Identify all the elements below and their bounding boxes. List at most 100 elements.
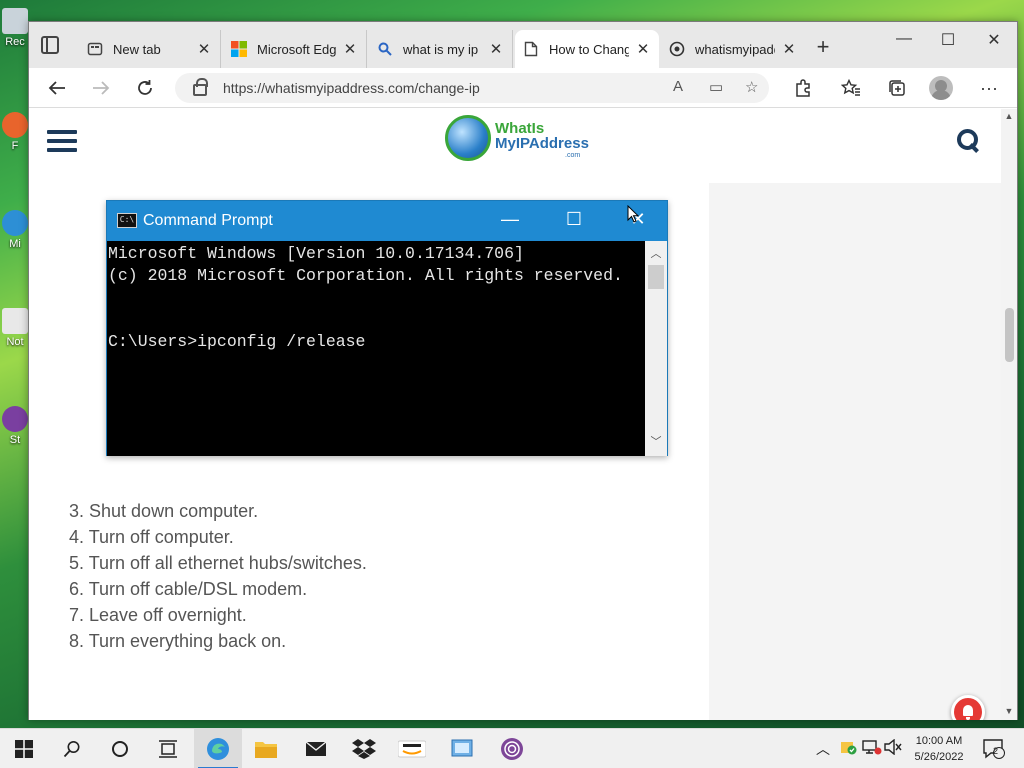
globe-logo-icon (445, 115, 491, 161)
chevron-up-icon[interactable]: ︿ (816, 739, 830, 759)
browser-toolbar: A ▭ ☆ ··· (29, 68, 1017, 108)
tab-how-to-change-ip[interactable]: How to Chang ✕ (515, 30, 659, 68)
desktop-icon-label: Not (6, 336, 24, 348)
tab-actions-icon[interactable] (41, 36, 59, 54)
mouse-pointer-icon (627, 204, 640, 228)
close-window-button[interactable]: ✕ (971, 30, 1017, 50)
microsoft-logo-icon (231, 41, 247, 57)
desktop-icon-edge[interactable]: Mi (0, 210, 30, 250)
close-icon[interactable]: ✕ (488, 40, 504, 58)
desktop-icon-label: St (9, 434, 21, 446)
store-icon (2, 406, 28, 432)
edge-icon[interactable] (204, 735, 232, 763)
list-item: 8. Turn everything back on. (69, 631, 287, 651)
amazon-icon[interactable] (398, 735, 426, 763)
maximize-button[interactable]: ☐ (925, 30, 971, 50)
scroll-thumb[interactable] (1005, 308, 1014, 362)
network-icon[interactable] (862, 739, 882, 758)
taskbar: ︿ 10:00 AM 5/26/2022 2 (0, 728, 1024, 768)
control-panel-icon[interactable] (448, 735, 476, 763)
page-scrollbar[interactable]: ▲ ▼ (1001, 109, 1017, 720)
file-explorer-icon[interactable] (252, 735, 280, 763)
tab-title: How to Chang (549, 41, 629, 57)
cmd-maximize-icon: ☐ (565, 209, 583, 229)
collections-icon[interactable] (885, 76, 909, 100)
site-logo[interactable]: WhatIs MyIPAddress .com (445, 115, 590, 163)
search-icon[interactable] (58, 735, 86, 763)
logo-text: MyIPAddress (495, 135, 589, 152)
close-icon[interactable]: ✕ (781, 40, 797, 58)
tab-search[interactable]: what is my ip - ✕ (369, 30, 513, 68)
scroll-up-icon[interactable]: ▲ (1001, 111, 1017, 121)
cmd-scrollbar: ︿ ﹀ (645, 241, 667, 456)
tab-whatismyipaddress[interactable]: whatismyipadd ✕ (661, 30, 805, 68)
sidebar-column (709, 183, 1001, 720)
chevron-down-icon: ﹀ (650, 436, 662, 448)
more-options-icon[interactable]: ··· (977, 76, 1001, 100)
scroll-down-icon[interactable]: ▼ (1001, 706, 1017, 716)
favorites-icon[interactable] (839, 76, 863, 100)
address-bar[interactable]: A ▭ ☆ (175, 73, 769, 103)
close-icon[interactable]: ✕ (635, 40, 651, 58)
tab-title: New tab (113, 41, 161, 57)
mail-icon[interactable] (302, 735, 330, 763)
dropbox-icon[interactable] (350, 735, 378, 763)
url-input[interactable] (223, 80, 643, 96)
chevron-up-icon: ︿ (650, 248, 662, 260)
security-shield-icon[interactable] (840, 739, 858, 758)
forward-arrow-icon[interactable] (89, 76, 113, 100)
command-prompt-image: C:\ Command Prompt — ☐ ✕ Microsoft Windo… (106, 200, 668, 456)
cmd-line: ​ (108, 309, 645, 331)
hamburger-menu-icon[interactable] (47, 130, 77, 152)
close-icon[interactable]: ✕ (196, 40, 212, 58)
desktop-icon-store[interactable]: St (0, 406, 30, 446)
clock-date: 5/26/2022 (914, 751, 964, 763)
cmd-line: ​ (108, 287, 645, 309)
windows-start-icon[interactable] (10, 735, 38, 763)
system-clock[interactable]: 10:00 AM 5/26/2022 (906, 733, 972, 765)
cmd-line: C:\Users>ipconfig /release (108, 332, 366, 351)
steps-list: 3. Shut down computer. 4. Turn off compu… (69, 498, 367, 654)
tab-title: Microsoft Edge (257, 41, 336, 57)
cmd-title: Command Prompt (143, 212, 273, 229)
profile-avatar[interactable] (929, 76, 953, 100)
cmd-title-bar: C:\ Command Prompt — ☐ ✕ (107, 201, 667, 241)
minimize-button[interactable]: — (881, 30, 927, 48)
cmd-line: (c) 2018 Microsoft Corporation. All righ… (108, 266, 623, 285)
read-aloud-icon[interactable]: A (673, 78, 683, 95)
add-favorite-icon[interactable]: ☆ (745, 78, 758, 96)
logo-text: .com (565, 152, 581, 159)
desktop-icon-recycle-bin[interactable]: Rec (0, 8, 30, 48)
cortana-icon[interactable] (106, 735, 134, 763)
action-center-icon[interactable]: 2 (980, 735, 1008, 763)
tab-microsoft-edge[interactable]: Microsoft Edge ✕ (223, 30, 367, 68)
desktop-icon-firefox[interactable]: F (0, 112, 30, 152)
immersive-reader-icon[interactable]: ▭ (709, 78, 723, 96)
cmd-scroll-thumb (648, 265, 664, 289)
cmd-icon: C:\ (117, 213, 137, 228)
close-icon[interactable]: ✕ (342, 40, 358, 58)
back-arrow-icon[interactable] (45, 76, 69, 100)
desktop-icon-notepad[interactable]: Not (0, 308, 30, 348)
list-item: 7. Leave off overnight. (69, 605, 247, 625)
logo-text: WhatIs (495, 120, 545, 137)
tab-new-tab[interactable]: New tab ✕ (79, 30, 221, 68)
lock-icon[interactable] (193, 78, 208, 96)
desktop-icon-label: Rec (5, 36, 25, 48)
tor-browser-icon[interactable] (498, 735, 526, 763)
task-view-icon[interactable] (154, 735, 182, 763)
list-item: 5. Turn off all ethernet hubs/switches. (69, 553, 367, 573)
list-item: 3. Shut down computer. (69, 501, 259, 521)
new-tab-button[interactable]: + (813, 34, 833, 60)
refresh-icon[interactable] (133, 76, 157, 100)
site-icon (669, 41, 685, 57)
volume-muted-icon[interactable] (884, 738, 902, 758)
extensions-icon[interactable] (791, 76, 815, 100)
search-icon (377, 41, 393, 57)
edge-icon (2, 210, 28, 236)
desktop-icon-label: Mi (9, 238, 21, 250)
cmd-output: Microsoft Windows [Version 10.0.17134.70… (107, 241, 645, 456)
tab-title: what is my ip - (403, 41, 482, 57)
search-icon[interactable] (957, 129, 979, 151)
new-tab-icon (87, 41, 103, 57)
